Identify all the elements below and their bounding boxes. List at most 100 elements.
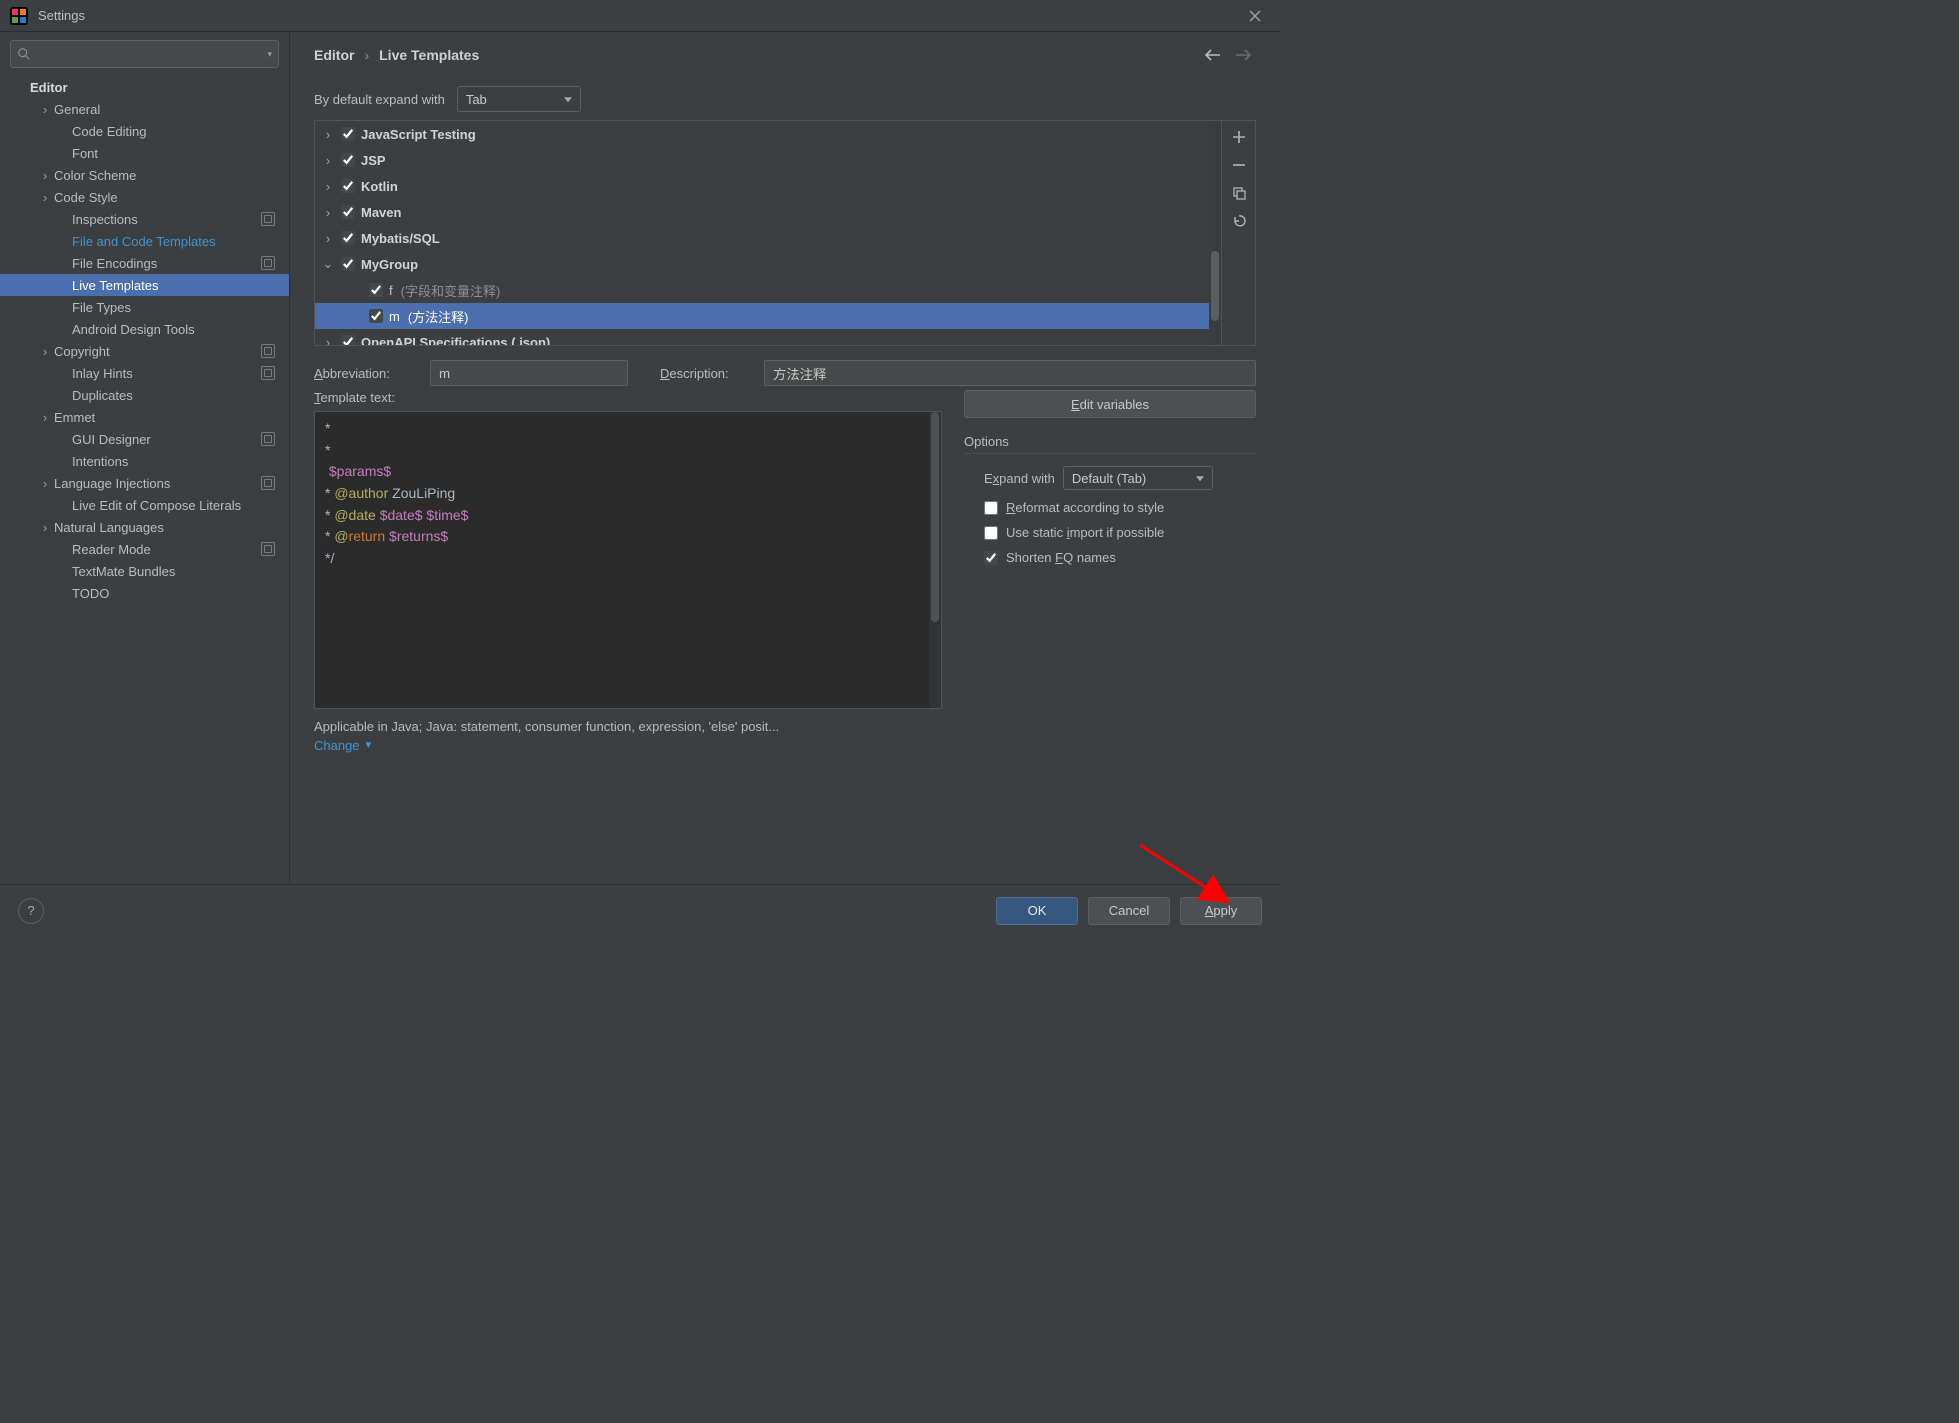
settings-sidebar: ▾ Editor›GeneralCode EditingFont›Color S… xyxy=(0,32,290,884)
sidebar-item-duplicates[interactable]: Duplicates xyxy=(0,384,289,406)
scope-badge-icon xyxy=(261,344,275,358)
chevron-right-icon: › xyxy=(38,476,52,491)
search-icon xyxy=(17,47,31,61)
chevron-right-icon: › xyxy=(38,168,52,183)
crumb-editor[interactable]: Editor xyxy=(314,47,354,63)
template-group[interactable]: ›Mybatis/SQL xyxy=(315,225,1221,251)
expand-with-label: Expand with xyxy=(984,471,1055,486)
chevron-right-icon: › xyxy=(38,102,52,117)
description-label: Description: xyxy=(660,366,752,381)
expand-with-select[interactable]: Default (Tab) xyxy=(1063,466,1213,490)
sidebar-item-copyright[interactable]: ›Copyright xyxy=(0,340,289,362)
titlebar: Settings xyxy=(0,0,1280,32)
sidebar-item-general[interactable]: ›General xyxy=(0,98,289,120)
sidebar-item-android-design-tools[interactable]: Android Design Tools xyxy=(0,318,289,340)
sidebar-item-file-and-code-templates[interactable]: File and Code Templates xyxy=(0,230,289,252)
breadcrumb-bar: Editor › Live Templates xyxy=(290,32,1280,78)
settings-tree[interactable]: Editor›GeneralCode EditingFont›Color Sch… xyxy=(0,76,289,884)
sidebar-item-file-types[interactable]: File Types xyxy=(0,296,289,318)
dialog-footer: ? OK Cancel Apply xyxy=(0,884,1280,936)
template-group[interactable]: ›Kotlin xyxy=(315,173,1221,199)
app-logo-icon xyxy=(10,7,28,25)
sidebar-section-editor[interactable]: Editor xyxy=(0,76,289,98)
chevron-right-icon: › xyxy=(321,335,335,346)
applicable-text: Applicable in Java; Java: statement, con… xyxy=(314,719,1256,734)
template-group[interactable]: ⌄MyGroup xyxy=(315,251,1221,277)
ok-button[interactable]: OK xyxy=(996,897,1078,925)
settings-window: Settings ▾ Editor›GeneralCode EditingFon… xyxy=(0,0,1280,936)
default-expand-select[interactable]: Tab xyxy=(457,86,581,112)
scope-badge-icon xyxy=(261,212,275,226)
sidebar-item-textmate-bundles[interactable]: TextMate Bundles xyxy=(0,560,289,582)
chevron-right-icon: › xyxy=(321,231,335,246)
scope-badge-icon xyxy=(261,256,275,270)
chevron-right-icon: › xyxy=(321,153,335,168)
sidebar-item-code-style[interactable]: ›Code Style xyxy=(0,186,289,208)
sidebar-item-file-encodings[interactable]: File Encodings xyxy=(0,252,289,274)
abbrev-desc-row: Abbreviation: Description: xyxy=(314,360,1256,386)
template-group[interactable]: ›JavaScript Testing xyxy=(315,121,1221,147)
sidebar-item-color-scheme[interactable]: ›Color Scheme xyxy=(0,164,289,186)
sidebar-item-code-editing[interactable]: Code Editing xyxy=(0,120,289,142)
nav-forward-button xyxy=(1230,42,1256,68)
chevron-down-icon: ⌄ xyxy=(321,256,335,272)
chevron-right-icon: › xyxy=(38,190,52,205)
cancel-button[interactable]: Cancel xyxy=(1088,897,1170,925)
sidebar-item-natural-languages[interactable]: ›Natural Languages xyxy=(0,516,289,538)
edit-variables-button[interactable]: Edit variables xyxy=(964,390,1256,418)
chevron-down-icon: ▼ xyxy=(364,740,374,751)
chevron-right-icon: › xyxy=(321,127,335,142)
settings-search-input[interactable] xyxy=(35,47,267,62)
default-expand-label: By default expand with xyxy=(314,92,445,107)
sidebar-item-live-templates[interactable]: Live Templates xyxy=(0,274,289,296)
chevron-right-icon: › xyxy=(38,520,52,535)
sidebar-item-reader-mode[interactable]: Reader Mode xyxy=(0,538,289,560)
nav-back-button[interactable] xyxy=(1200,42,1226,68)
remove-template-icon[interactable] xyxy=(1229,155,1249,175)
sidebar-item-language-injections[interactable]: ›Language Injections xyxy=(0,472,289,494)
help-button[interactable]: ? xyxy=(18,898,44,924)
sidebar-item-emmet[interactable]: ›Emmet xyxy=(0,406,289,428)
template-text-editor[interactable]: * * $params$ * @author ZouLiPing * @date… xyxy=(314,411,942,709)
sidebar-item-gui-designer[interactable]: GUI Designer xyxy=(0,428,289,450)
reformat-checkbox[interactable]: Reformat according to style xyxy=(984,500,1256,515)
default-expand-row: By default expand with Tab xyxy=(290,78,1280,120)
add-template-icon[interactable] xyxy=(1229,127,1249,147)
sidebar-item-font[interactable]: Font xyxy=(0,142,289,164)
crumb-live-templates: Live Templates xyxy=(379,47,479,63)
template-group[interactable]: ›OpenAPI Specifications (.json) xyxy=(315,329,1221,345)
settings-search[interactable]: ▾ xyxy=(10,40,279,68)
scope-badge-icon xyxy=(261,432,275,446)
close-button[interactable] xyxy=(1240,2,1270,30)
chevron-right-icon: › xyxy=(321,205,335,220)
scrollbar[interactable] xyxy=(1209,121,1221,345)
chevron-right-icon: › xyxy=(364,47,369,63)
filter-dropdown-icon[interactable]: ▾ xyxy=(267,49,272,60)
template-group[interactable]: ›JSP xyxy=(315,147,1221,173)
description-input[interactable] xyxy=(764,360,1256,386)
sidebar-item-todo[interactable]: TODO xyxy=(0,582,289,604)
template-text-label: Template text: xyxy=(314,390,418,405)
abbreviation-input[interactable] xyxy=(430,360,628,386)
change-context-link[interactable]: Change▼ xyxy=(314,738,373,753)
static-import-checkbox[interactable]: Use static import if possible xyxy=(984,525,1256,540)
template-item[interactable]: f (字段和变量注释) xyxy=(315,277,1221,303)
editor-scrollbar[interactable] xyxy=(929,412,941,708)
sidebar-item-intentions[interactable]: Intentions xyxy=(0,450,289,472)
copy-template-icon[interactable] xyxy=(1229,183,1249,203)
template-groups-list[interactable]: ›JavaScript Testing›JSP›Kotlin›Maven›Myb… xyxy=(314,120,1222,346)
template-item[interactable]: m (方法注释) xyxy=(315,303,1221,329)
abbreviation-label: Abbreviation: xyxy=(314,366,418,381)
scope-badge-icon xyxy=(261,366,275,380)
apply-button[interactable]: Apply xyxy=(1180,897,1262,925)
shorten-fq-checkbox[interactable]: Shorten FQ names xyxy=(984,550,1256,565)
template-group[interactable]: ›Maven xyxy=(315,199,1221,225)
scope-badge-icon xyxy=(261,542,275,556)
revert-template-icon[interactable] xyxy=(1229,211,1249,231)
sidebar-item-live-edit-of-compose-literals[interactable]: Live Edit of Compose Literals xyxy=(0,494,289,516)
sidebar-item-inlay-hints[interactable]: Inlay Hints xyxy=(0,362,289,384)
chevron-right-icon: › xyxy=(38,410,52,425)
scope-badge-icon xyxy=(261,476,275,490)
chevron-right-icon: › xyxy=(321,179,335,194)
sidebar-item-inspections[interactable]: Inspections xyxy=(0,208,289,230)
